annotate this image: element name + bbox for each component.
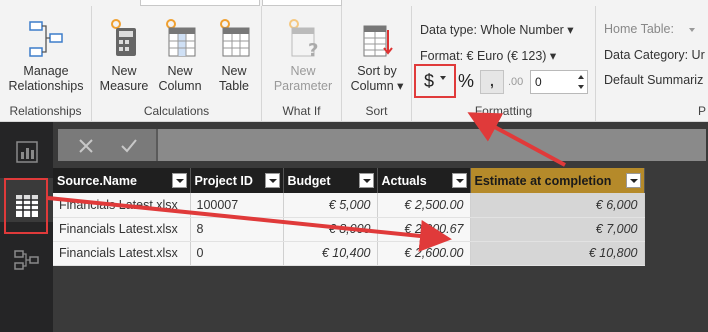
data-type-dropdown[interactable]: Data type: Whole Number ▾: [420, 22, 574, 37]
report-view-button[interactable]: [0, 130, 53, 174]
home-table-label: Home Table:: [604, 22, 674, 36]
new-table-label: New Table: [219, 64, 249, 93]
properties-group-label: P: [697, 104, 706, 118]
column-filter-dropdown[interactable]: [625, 173, 641, 188]
parameter-icon: ?: [289, 19, 318, 60]
new-parameter-button[interactable]: ? New Parameter: [268, 16, 338, 94]
svg-text:?: ?: [308, 40, 318, 60]
formula-bar-buttons: [58, 129, 158, 161]
data-view-button[interactable]: [0, 178, 53, 234]
data-category-dropdown[interactable]: Data Category: Ur: [604, 48, 705, 62]
new-measure-label: New Measure: [99, 64, 149, 93]
model-view-button[interactable]: [0, 238, 53, 282]
column-filter-dropdown[interactable]: [264, 173, 280, 188]
table-cell[interactable]: 0: [190, 241, 284, 266]
table-row: Financials Latest.xlsx 100007 € 5,000 € …: [53, 193, 645, 218]
column-header-budget[interactable]: Budget: [283, 168, 378, 193]
sort-by-column-icon: [363, 25, 393, 57]
table-cell[interactable]: € 7,000: [470, 217, 645, 242]
spin-down-icon[interactable]: [578, 85, 584, 89]
new-column-label: New Column: [158, 64, 202, 93]
column-header-label: Actuals: [381, 173, 427, 188]
commit-check-icon[interactable]: [120, 138, 138, 154]
table-cell[interactable]: 8: [190, 217, 284, 242]
report-view-icon: [15, 141, 38, 163]
table-cell[interactable]: 100007: [190, 193, 284, 218]
table-header-row: Source.Name Project ID Budget Actuals Es…: [53, 168, 645, 193]
spin-up-icon[interactable]: [578, 75, 584, 79]
formatting-group-label: Formatting: [474, 104, 533, 118]
new-parameter-label: New Parameter: [273, 64, 333, 93]
calculations-group: New Measure New Column New Table Calcula…: [92, 6, 262, 122]
relationships-icon: [29, 21, 63, 57]
table-cell[interactable]: € 5,000: [283, 193, 378, 218]
relationships-group: Manage Relationships Relationships: [0, 6, 92, 122]
table-cell[interactable]: € 8,000: [283, 217, 378, 242]
table-cell[interactable]: € 2,500.00: [377, 193, 471, 218]
table-row: Financials Latest.xlsx 8 € 8,000 € 2,000…: [53, 217, 645, 242]
manage-relationships-label: Manage Relationships: [8, 64, 84, 93]
comma-symbol: ,: [490, 73, 494, 89]
column-header-actuals[interactable]: Actuals: [377, 168, 471, 193]
column-header-label: Source.Name: [57, 173, 137, 188]
what-if-group-label: What If: [282, 104, 321, 118]
table-cell[interactable]: € 2,000.67: [377, 217, 471, 242]
column-header-label: Project ID: [194, 173, 253, 188]
table-cell[interactable]: Financials Latest.xlsx: [53, 241, 191, 266]
calculator-icon: [111, 19, 136, 56]
data-view-area: Source.Name Project ID Budget Actuals Es…: [53, 122, 708, 332]
sort-group-label: Sort: [365, 104, 388, 118]
sort-group: Sort by Column ▾ Sort: [342, 6, 412, 122]
table-row: Financials Latest.xlsx 0 € 10,400 € 2,60…: [53, 241, 645, 266]
column-header-label: Budget: [287, 173, 331, 188]
column-filter-dropdown[interactable]: [451, 173, 467, 188]
data-view-icon: [15, 195, 38, 217]
table-cell[interactable]: € 10,400: [283, 241, 378, 266]
data-table: Source.Name Project ID Budget Actuals Es…: [53, 168, 645, 266]
new-column-icon: [166, 19, 196, 57]
column-header-project-id[interactable]: Project ID: [190, 168, 284, 193]
percent-format-button[interactable]: %: [458, 71, 474, 92]
cancel-x-icon[interactable]: [78, 138, 94, 154]
model-view-icon: [13, 250, 39, 270]
decimal-places-value: 0: [535, 75, 542, 89]
column-header-label: Estimate at completion: [474, 173, 612, 188]
table-cell[interactable]: Financials Latest.xlsx: [53, 217, 191, 242]
what-if-group: ? New Parameter What If: [262, 6, 342, 122]
column-filter-dropdown[interactable]: [171, 173, 187, 188]
new-column-button[interactable]: New Column: [154, 16, 206, 94]
manage-relationships-button[interactable]: Manage Relationships: [4, 20, 88, 94]
column-header-source-name[interactable]: Source.Name: [53, 168, 191, 193]
view-rail: [0, 122, 53, 332]
default-summarization-dropdown[interactable]: Default Summariz: [604, 73, 703, 87]
table-cell[interactable]: € 10,800: [470, 241, 645, 266]
new-table-icon: [220, 19, 250, 57]
calculations-group-label: Calculations: [143, 104, 210, 118]
properties-group: Home Table: Data Category: Ur Default Su…: [596, 6, 708, 122]
home-table-dropdown[interactable]: Home Table:: [604, 22, 696, 36]
relationships-group-label: Relationships: [9, 104, 82, 118]
formula-bar[interactable]: [58, 129, 706, 161]
currency-highlight-frame: [414, 64, 456, 98]
table-cell[interactable]: Financials Latest.xlsx: [53, 193, 191, 218]
decimal-places-icon: .00: [508, 76, 524, 88]
table-cell[interactable]: € 6,000: [470, 193, 645, 218]
new-table-button[interactable]: New Table: [208, 16, 260, 94]
sort-by-column-label: Sort by Column ▾: [350, 64, 404, 93]
column-header-estimate-at-completion[interactable]: Estimate at completion: [470, 168, 645, 193]
chevron-down-icon: [689, 27, 696, 32]
column-filter-dropdown[interactable]: [358, 173, 374, 188]
decimal-places-input[interactable]: 0: [530, 70, 588, 94]
new-measure-button[interactable]: New Measure: [98, 16, 150, 94]
table-cell[interactable]: € 2,600.00: [377, 241, 471, 266]
format-dropdown[interactable]: Format: € Euro (€ 123) ▾: [420, 48, 556, 63]
ribbon: Manage Relationships Relationships New M…: [0, 0, 708, 122]
sort-by-column-button[interactable]: Sort by Column ▾: [344, 16, 410, 94]
comma-style-button[interactable]: ,: [480, 70, 504, 94]
